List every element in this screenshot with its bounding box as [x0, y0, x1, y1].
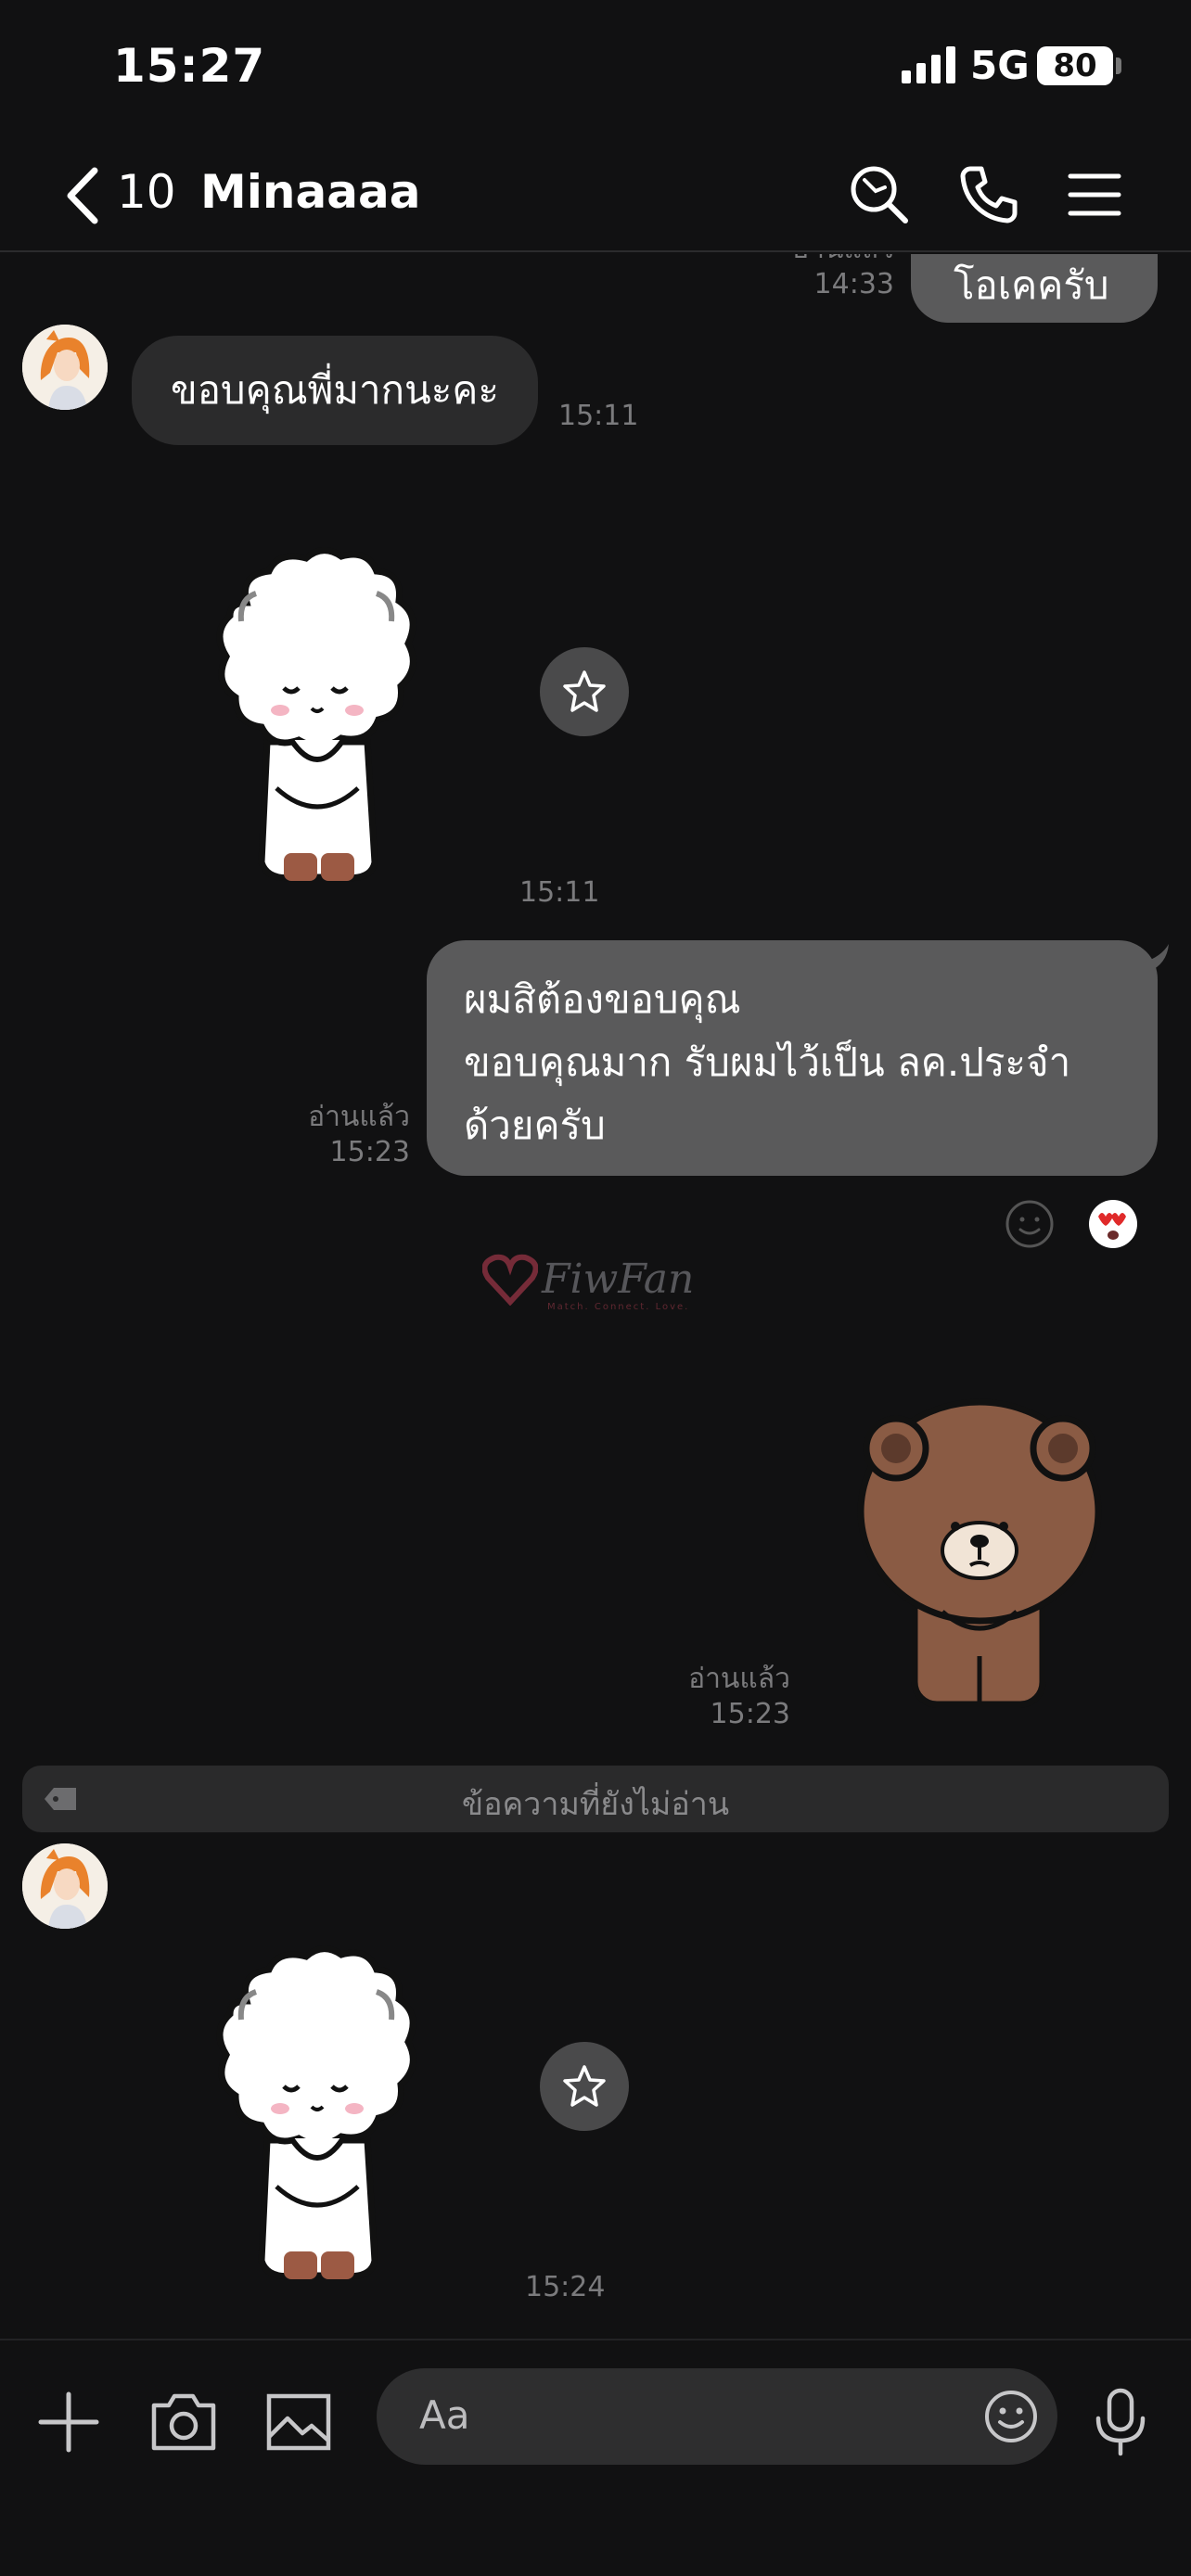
chat-name[interactable]: Minaaaa	[200, 165, 420, 219]
message-time: 15:11	[519, 876, 600, 909]
message-line: ด้วยครับ	[464, 1103, 606, 1148]
watermark-logo: FiwFan Match. Connect. Love.	[482, 1250, 724, 1315]
avatar-image	[22, 325, 108, 410]
back-icon[interactable]	[59, 163, 106, 228]
star-icon	[563, 670, 606, 712]
bubble-tail	[1143, 944, 1169, 972]
star-icon	[563, 2065, 606, 2107]
avatar[interactable]	[22, 1843, 108, 1929]
signal-icon	[902, 46, 955, 83]
sticker-favorite-button[interactable]	[540, 2042, 629, 2131]
brown-bear-bow-sticker[interactable]	[853, 1396, 1106, 1712]
network-type: 5G	[970, 43, 1030, 88]
unread-count[interactable]: 10	[117, 165, 176, 219]
search-icon[interactable]	[846, 161, 913, 228]
message-input[interactable]: Aa	[377, 2368, 1057, 2465]
unread-divider: ข้อความที่ยังไม่อ่าน	[22, 1766, 1169, 1832]
camera-icon[interactable]	[148, 2387, 219, 2457]
message-line: ขอบคุณมาก รับผมไว้เป็น ลค.ประจำ	[464, 1039, 1071, 1085]
read-receipt: อ่านแล้ว 14:33	[792, 254, 894, 300]
message-text: ขอบคุณพี่มากนะคะ	[171, 367, 499, 413]
received-bubble[interactable]: ขอบคุณพี่มากนะคะ	[132, 336, 538, 445]
heart-eyes-reaction-icon[interactable]	[1089, 1200, 1137, 1248]
message-time: 15:24	[525, 2271, 606, 2303]
add-reaction-icon[interactable]	[1004, 1198, 1056, 1250]
message-time: 15:11	[558, 400, 639, 432]
message-line: ผมสิต้องขอบคุณ	[464, 976, 741, 1022]
emoji-icon[interactable]	[983, 2389, 1039, 2444]
status-time: 15:27	[113, 39, 266, 93]
partial-message-row: อ่านแล้ว 14:33 โอเคครับ	[0, 254, 1191, 328]
message-input-bar: Aa	[0, 2339, 1191, 2576]
chat-header: 10 Minaaaa	[0, 139, 1191, 252]
avatar[interactable]	[22, 325, 108, 410]
microphone-icon[interactable]	[1085, 2387, 1156, 2457]
sent-bubble[interactable]: โอเคครับ	[911, 254, 1158, 323]
read-receipt: อ่านแล้ว 15:23	[688, 1663, 790, 1730]
heart-logo-icon	[482, 1254, 538, 1306]
sheep-bow-sticker[interactable]	[202, 1945, 434, 2294]
battery-cap	[1116, 57, 1121, 74]
sheep-bow-sticker[interactable]	[202, 547, 434, 896]
plus-icon[interactable]	[33, 2387, 104, 2457]
avatar-image	[22, 1843, 108, 1929]
image-icon[interactable]	[263, 2387, 334, 2457]
input-placeholder: Aa	[419, 2392, 470, 2438]
sticker-favorite-button[interactable]	[540, 647, 629, 736]
phone-icon[interactable]	[955, 161, 1022, 228]
read-receipt: อ่านแล้ว 15:23	[308, 1101, 410, 1168]
menu-icon[interactable]	[1061, 161, 1128, 228]
sent-bubble[interactable]: ผมสิต้องขอบคุณ ขอบคุณมาก รับผมไว้เป็น ลค…	[427, 940, 1158, 1176]
battery-icon: 80	[1037, 46, 1113, 85]
